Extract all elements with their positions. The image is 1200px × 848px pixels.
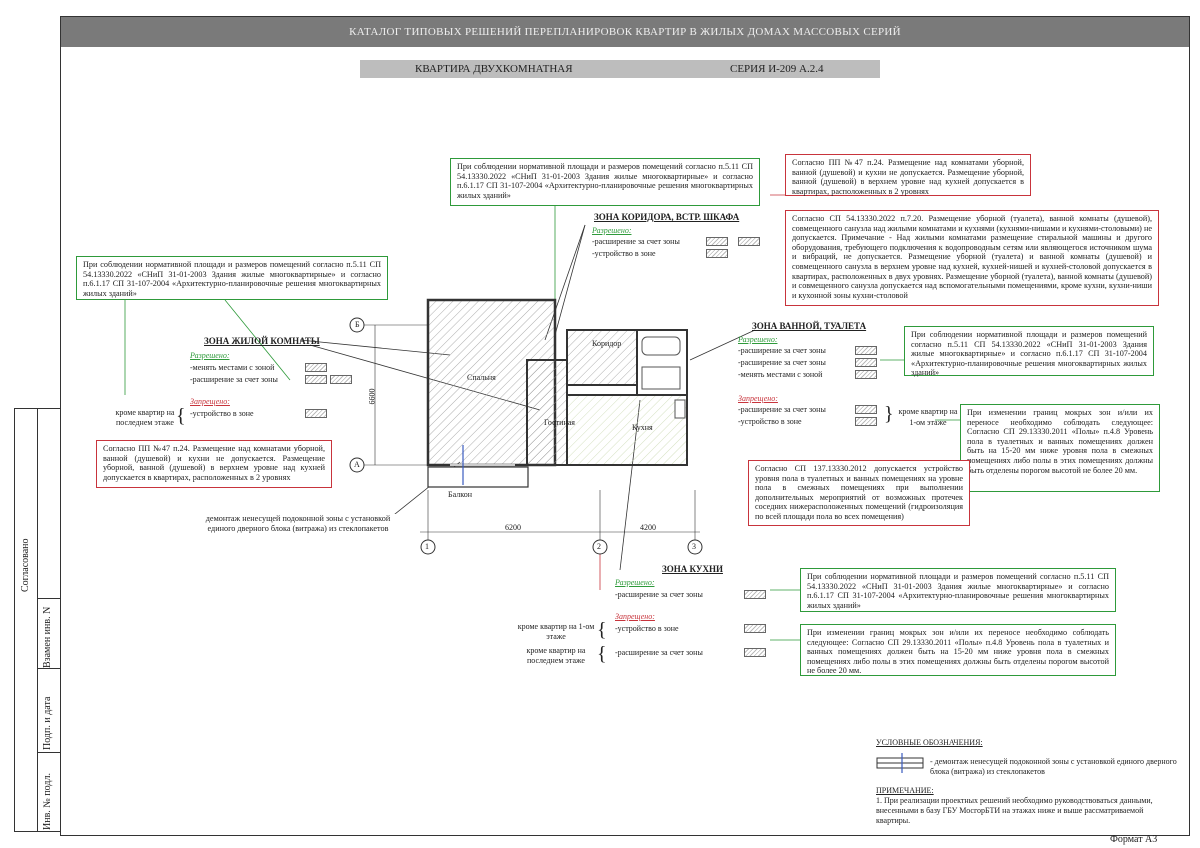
- swatch: [330, 375, 352, 384]
- brace: {: [597, 619, 607, 641]
- axis-1-label: 1: [425, 542, 429, 551]
- brace: }: [884, 403, 894, 425]
- zone-kitchen-forbidden-item-1: -устройство в зоне: [615, 624, 679, 633]
- zone-living-forbidden-item: -устройство в зоне: [190, 409, 254, 418]
- swatch: [855, 346, 877, 355]
- swatch: [855, 370, 877, 379]
- room-living: Гостиная: [544, 418, 575, 427]
- note-wet-zones: При изменении границ мокрых зон и/или их…: [960, 404, 1160, 492]
- legend-symbol: [876, 753, 924, 773]
- axis-3-label: 3: [692, 542, 696, 551]
- zone-bath-forbidden: Запрещено:: [738, 394, 778, 403]
- floor-plan: [349, 298, 703, 555]
- note-top-center: При соблюдении нормативной площади и раз…: [450, 158, 760, 206]
- note-left-red: Согласно ПП №47 п.24. Размещение над ком…: [96, 440, 332, 488]
- zone-kitchen-item-1: -расширение за счет зоны: [615, 590, 703, 599]
- room-bedroom: Спальня: [467, 373, 496, 382]
- swatch: [855, 358, 877, 367]
- swatch: [744, 590, 766, 599]
- axis-2-label: 2: [597, 542, 601, 551]
- swatch: [305, 409, 327, 418]
- zone-bath-item-2: -расширение за счет зоны: [738, 358, 826, 367]
- zone-kitchen-title: ЗОНА КУХНИ: [662, 564, 723, 574]
- swatch: [706, 237, 728, 246]
- dim-4200: 4200: [640, 523, 656, 532]
- note-bath-green: При соблюдении нормативной площади и раз…: [904, 326, 1154, 377]
- swatch: [738, 237, 760, 246]
- zone-living-title: ЗОНА ЖИЛОЙ КОМНАТЫ: [204, 336, 320, 346]
- note-kitchen-green-2: При изменении границ мокрых зон и/или их…: [800, 624, 1116, 676]
- zone-bath-allowed: Разрешено:: [738, 335, 778, 344]
- note-demount: демонтаж ненесущей подоконной зоны с уст…: [200, 514, 396, 536]
- zone-living-item-2: -расширение за счет зоны: [190, 375, 278, 384]
- zone-kitchen-forbidden: Запрещено:: [615, 612, 655, 621]
- note-kitchen-green-1: При соблюдении нормативной площади и раз…: [800, 568, 1116, 612]
- legend-title: УСЛОВНЫЕ ОБОЗНАЧЕНИЯ:: [876, 738, 983, 747]
- zone-living-except: кроме квартир на последнем этаже: [115, 408, 175, 427]
- zone-kitchen-except-1: кроме квартир на 1-ом этаже: [517, 622, 595, 641]
- legend-item: - демонтаж ненесущей подоконной зоны с у…: [930, 757, 1177, 776]
- dim-height: 6600: [367, 388, 377, 405]
- zone-kitchen-forbidden-item-2: -расширение за счет зоны: [615, 648, 703, 657]
- room-kitchen: Кухня: [632, 423, 653, 432]
- axis-b-label: Б: [355, 320, 360, 329]
- swatch: [305, 375, 327, 384]
- swatch: [855, 405, 877, 414]
- room-corridor: Коридор: [592, 339, 622, 348]
- zone-corridor-item-1: -расширение за счет зоны: [592, 237, 680, 246]
- swatch: [744, 624, 766, 633]
- zone-bath-forbidden-item-2: -устройство в зоне: [738, 417, 802, 426]
- note-waterproof: Согласно СП 137.13330.2012 допускается у…: [748, 460, 970, 526]
- zone-corridor-title: ЗОНА КОРИДОРА, ВСТР. ШКАФА: [594, 212, 740, 222]
- format-label: Формат А3: [1110, 834, 1158, 845]
- zone-bath-forbidden-item-1: -расширение за счет зоны: [738, 405, 826, 414]
- note-title: ПРИМЕЧАНИЕ:: [876, 786, 934, 795]
- note-text: 1. При реализации проектных решений необ…: [876, 796, 1153, 825]
- note-top-right-red: Согласно ПП №47 п.24. Размещение над ком…: [785, 154, 1031, 196]
- brace: {: [176, 405, 186, 427]
- brace: {: [597, 643, 607, 665]
- zone-bath-except: кроме квартир на 1-ом этаже: [898, 407, 958, 427]
- zone-kitchen-except-2: кроме квартир на последнем этаже: [526, 646, 586, 665]
- zone-living-allowed: Разрешено:: [190, 351, 230, 360]
- zone-corridor-allowed: Разрешено:: [592, 226, 632, 235]
- dim-6200: 6200: [505, 523, 521, 532]
- zone-bath-item-3: -менять местами с зоной: [738, 370, 823, 379]
- note-left-green: При соблюдении нормативной площади и раз…: [76, 256, 388, 300]
- swatch: [855, 417, 877, 426]
- zone-living-forbidden: Запрещено:: [190, 397, 230, 406]
- swatch: [305, 363, 327, 372]
- zone-bath-item-1: -расширение за счет зоны: [738, 346, 826, 355]
- zone-living-item-1: -менять местами с зоной: [190, 363, 275, 372]
- swatch: [706, 249, 728, 258]
- axis-a-label: А: [354, 460, 360, 469]
- zone-corridor-item-2: -устройство в зоне: [592, 249, 656, 258]
- note-right-red-big: Согласно СП 54.13330.2022 п.7.20. Размещ…: [785, 210, 1159, 306]
- swatch: [744, 648, 766, 657]
- zone-kitchen-allowed: Разрешено:: [615, 578, 655, 587]
- zone-bath-title: ЗОНА ВАННОЙ, ТУАЛЕТА: [752, 321, 867, 331]
- room-balcony: Балкон: [448, 490, 472, 499]
